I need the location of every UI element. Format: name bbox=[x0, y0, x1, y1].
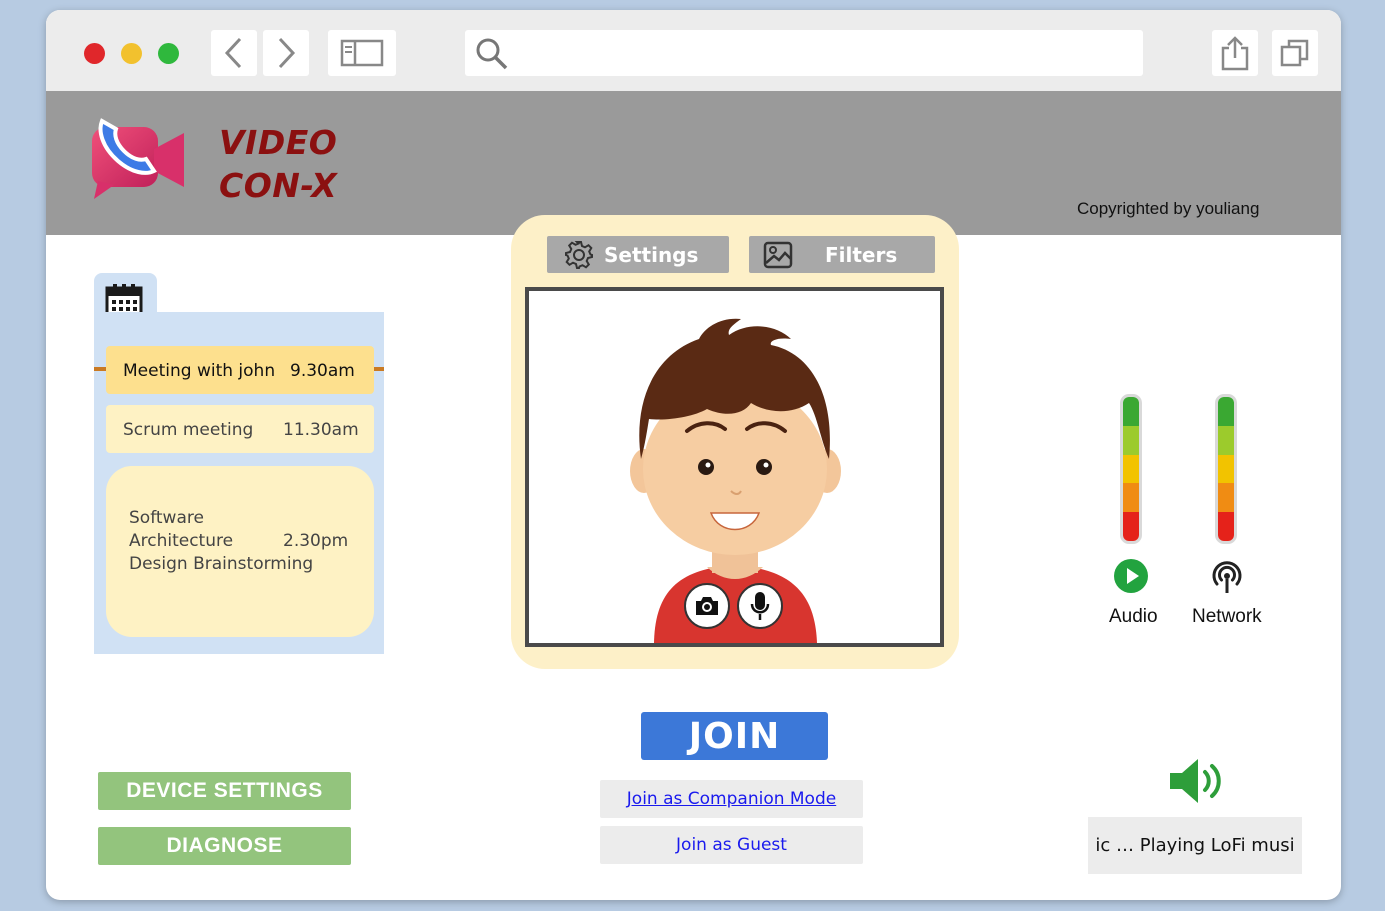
sidebar-icon bbox=[340, 39, 384, 67]
forward-icon bbox=[278, 37, 296, 69]
join-companion-mode-button[interactable]: Join as Companion Mode bbox=[600, 780, 863, 818]
app-title-line1: VIDEO bbox=[219, 123, 338, 162]
address-bar[interactable] bbox=[465, 30, 1143, 76]
diagnose-button[interactable]: DIAGNOSE bbox=[98, 827, 351, 865]
speaker-icon[interactable] bbox=[1168, 757, 1224, 805]
event-time: 9.30am bbox=[290, 361, 355, 381]
event-item[interactable]: Meeting with john 9.30am bbox=[106, 346, 374, 394]
camera-icon bbox=[696, 597, 718, 615]
network-signal-icon bbox=[1212, 561, 1242, 593]
audio-label: Audio bbox=[1109, 606, 1158, 627]
filters-label: Filters bbox=[825, 242, 898, 267]
camera-preview bbox=[525, 287, 944, 647]
back-button[interactable] bbox=[211, 30, 257, 76]
event-time: 11.30am bbox=[283, 420, 359, 440]
event-time: 2.30pm bbox=[283, 531, 349, 551]
join-guest-link[interactable]: Join as Guest bbox=[676, 835, 787, 855]
event-item[interactable]: Software Architecture Design Brainstormi… bbox=[106, 466, 374, 637]
microphone-icon bbox=[750, 592, 770, 620]
audio-play-icon[interactable] bbox=[1113, 558, 1149, 594]
toggle-camera-button[interactable] bbox=[684, 583, 730, 629]
video-call-icon bbox=[92, 118, 184, 199]
share-button[interactable] bbox=[1212, 30, 1258, 76]
audio-level-meter bbox=[1120, 394, 1142, 544]
event-title: Meeting with john bbox=[123, 361, 276, 381]
settings-label: Settings bbox=[604, 242, 699, 267]
copyright-text: Copyrighted by youliang bbox=[1077, 199, 1260, 218]
join-companion-link[interactable]: Join as Companion Mode bbox=[627, 789, 836, 809]
network-level-meter bbox=[1215, 394, 1237, 544]
search-icon bbox=[476, 38, 508, 70]
toggle-microphone-button[interactable] bbox=[737, 583, 783, 629]
app-title: VIDEO CON-X bbox=[219, 121, 337, 207]
app-header: VIDEO CON-X Copyrighted by youliang bbox=[46, 91, 1341, 235]
image-filter-icon bbox=[763, 241, 793, 268]
app-title-line2: CON-X bbox=[219, 166, 338, 205]
event-title: Scrum meeting bbox=[123, 420, 254, 440]
user-avatar bbox=[630, 318, 841, 643]
join-as-guest-button[interactable]: Join as Guest bbox=[600, 826, 863, 864]
maximize-window-button[interactable] bbox=[158, 43, 179, 64]
filters-button[interactable]: Filters bbox=[749, 236, 935, 273]
video-preview-panel: Settings Filters bbox=[511, 215, 959, 669]
back-icon bbox=[224, 37, 242, 69]
share-icon bbox=[1221, 36, 1249, 71]
event-item[interactable]: Scrum meeting 11.30am bbox=[106, 405, 374, 453]
browser-window: VIDEO CON-X Copyrighted by youliang Meet… bbox=[46, 10, 1341, 900]
minimize-window-button[interactable] bbox=[121, 43, 142, 64]
forward-button[interactable] bbox=[263, 30, 309, 76]
now-playing-ticker: ic … Playing LoFi musi bbox=[1088, 817, 1302, 874]
close-window-button[interactable] bbox=[84, 43, 105, 64]
tabs-icon bbox=[1280, 39, 1309, 67]
gear-icon bbox=[565, 240, 593, 269]
join-button[interactable]: JOIN bbox=[641, 712, 828, 760]
settings-button[interactable]: Settings bbox=[547, 236, 729, 273]
device-settings-button[interactable]: DEVICE SETTINGS bbox=[98, 772, 351, 810]
tabs-button[interactable] bbox=[1272, 30, 1318, 76]
network-label: Network bbox=[1192, 606, 1262, 627]
sidebar-toggle-button[interactable] bbox=[328, 30, 396, 76]
browser-toolbar bbox=[46, 10, 1341, 92]
